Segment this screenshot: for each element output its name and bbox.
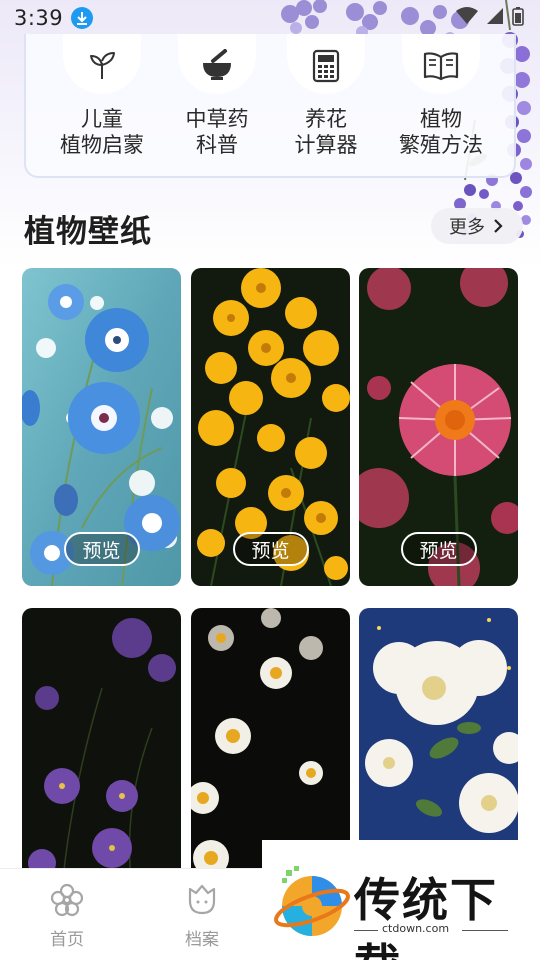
tool-children-plant-intro[interactable]: 儿童 植物启蒙 [42, 34, 162, 158]
flower-icon [50, 883, 84, 917]
nav-archive[interactable]: 档案 [162, 883, 242, 950]
wallpaper-card-purple-flowers-dark[interactable] [22, 608, 181, 888]
wallpaper-card-pink-strawflower[interactable]: 预览 [359, 268, 518, 586]
watermark-divider [354, 930, 378, 931]
section-title: 植物壁纸 [24, 214, 152, 250]
sprout-icon [63, 34, 141, 94]
watermark-overlay: 传统下载 ctdown.com [262, 840, 540, 960]
nav-label: 首页 [50, 930, 84, 950]
wallpaper-image [22, 608, 181, 888]
book-icon [402, 34, 480, 94]
tools-card: 儿童 植物启蒙 中草药 科普 养花 计算器 植物 繁殖方法 [24, 34, 516, 178]
tool-herbal-medicine[interactable]: 中草药 科普 [157, 34, 277, 158]
wallpaper-card-yellow-cosmos[interactable]: 预览 [191, 268, 350, 586]
mortar-pestle-icon [178, 34, 256, 94]
tool-label: 儿童 植物启蒙 [60, 107, 144, 157]
preview-button[interactable]: 预览 [63, 532, 140, 566]
signal-icon [487, 8, 503, 24]
calculator-icon [287, 34, 365, 94]
status-bar: 3:39 [0, 0, 540, 36]
preview-button[interactable]: 预览 [400, 532, 477, 566]
more-label: 更多 [449, 217, 485, 238]
watermark-brand: 传统下载 [354, 873, 498, 960]
watermark-logo [274, 866, 350, 936]
nav-label: 档案 [185, 930, 219, 950]
nav-home[interactable]: 首页 [27, 883, 107, 950]
tool-label: 养花 计算器 [294, 107, 358, 157]
watermark-divider [462, 930, 508, 931]
chevron-right-icon [494, 219, 503, 233]
tulip-icon [188, 884, 216, 915]
status-time: 3:39 [14, 6, 64, 30]
more-button[interactable]: 更多 [431, 208, 523, 244]
tool-label: 植物 繁殖方法 [399, 107, 483, 157]
tool-flower-calculator[interactable]: 养花 计算器 [266, 34, 386, 158]
preview-button[interactable]: 预览 [232, 532, 309, 566]
wallpaper-card-blue-nemophila[interactable]: 预览 [22, 268, 181, 586]
watermark-domain: ctdown.com [382, 922, 450, 935]
tool-label: 中草药 科普 [185, 107, 249, 157]
download-icon [71, 7, 94, 29]
wifi-icon [456, 7, 478, 24]
battery-icon [512, 7, 524, 26]
tool-plant-propagation[interactable]: 植物 繁殖方法 [381, 34, 501, 158]
